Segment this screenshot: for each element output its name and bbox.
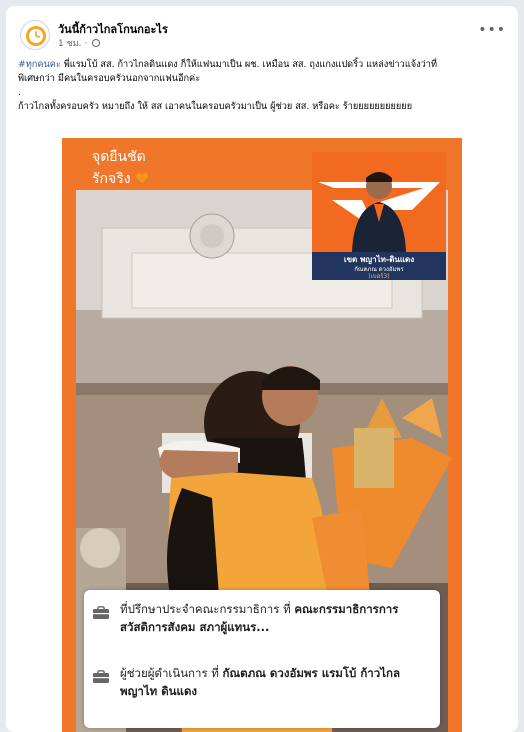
photo-overlay-text: จุดยืนชัด รักจริง (92, 146, 149, 190)
candidate-portrait (318, 172, 440, 252)
caption-line: #ทุกคนคะ พี่แรมโบ้ สส. ก้าวไกลดินแดง ก็ใ… (18, 59, 437, 70)
hashtag-link[interactable]: #ทุกคนคะ (18, 59, 61, 70)
post-meta: 1 ชม. · (58, 36, 101, 50)
info-text-advisor: ที่ปรึกษาประจำคณะกรรมาธิการ ที่ คณะกรรมา… (120, 602, 399, 634)
info-text-assistant: ผู้ช่วยผู้ดำเนินการ ที่ กัณตภณ ดวงอัมพร … (120, 666, 401, 698)
briefcase-icon (93, 606, 109, 619)
briefcase-icon (93, 670, 109, 683)
photo-text-line: รักจริง (92, 168, 149, 190)
caption-line: ก้าวไกลทั้งครอบครัว หมายถึง ให้ สส เอาคน… (18, 101, 413, 112)
post-time[interactable]: 1 ชม. (58, 39, 82, 49)
post-header: วันนี้ก้าวไกลโกนกอะไร 1 ชม. · ••• (6, 6, 518, 52)
page-avatar[interactable] (20, 20, 50, 50)
caption-line: พิเศษกว่า มีคนในครอบครัวนอกจากแฟนอีกค่ะ (18, 73, 201, 84)
globe-icon (92, 39, 101, 47)
post-photo[interactable]: จุดยืนชัด รักจริง เขต พญาไท-ดินแดง กัณตภ… (62, 138, 462, 732)
position-info-box: ที่ปรึกษาประจำคณะกรรมาธิการ ที่ คณะกรรมา… (84, 590, 440, 728)
inset-person: กัณตภณ ดวงอัมพร (เบอร์3) (354, 266, 404, 280)
photo-text-line: จุดยืนชัด (92, 149, 146, 165)
orange-clock-logo-icon (26, 26, 46, 46)
more-options-button[interactable]: ••• (478, 22, 506, 38)
candidate-inset: เขต พญาไท-ดินแดง กัณตภณ ดวงอัมพร (เบอร์3) (312, 152, 446, 280)
inset-caption: เขต พญาไท-ดินแดง กัณตภณ ดวงอัมพร (เบอร์3) (312, 252, 446, 280)
orange-heart-icon (135, 172, 149, 184)
inset-district: เขต พญาไท-ดินแดง (343, 255, 415, 264)
caption-dot: . (18, 87, 21, 98)
post-card: วันนี้ก้าวไกลโกนกอะไร 1 ชม. · ••• #ทุกคน… (6, 6, 518, 732)
post-caption: #ทุกคนคะ พี่แรมโบ้ สส. ก้าวไกลดินแดง ก็ใ… (18, 58, 508, 114)
